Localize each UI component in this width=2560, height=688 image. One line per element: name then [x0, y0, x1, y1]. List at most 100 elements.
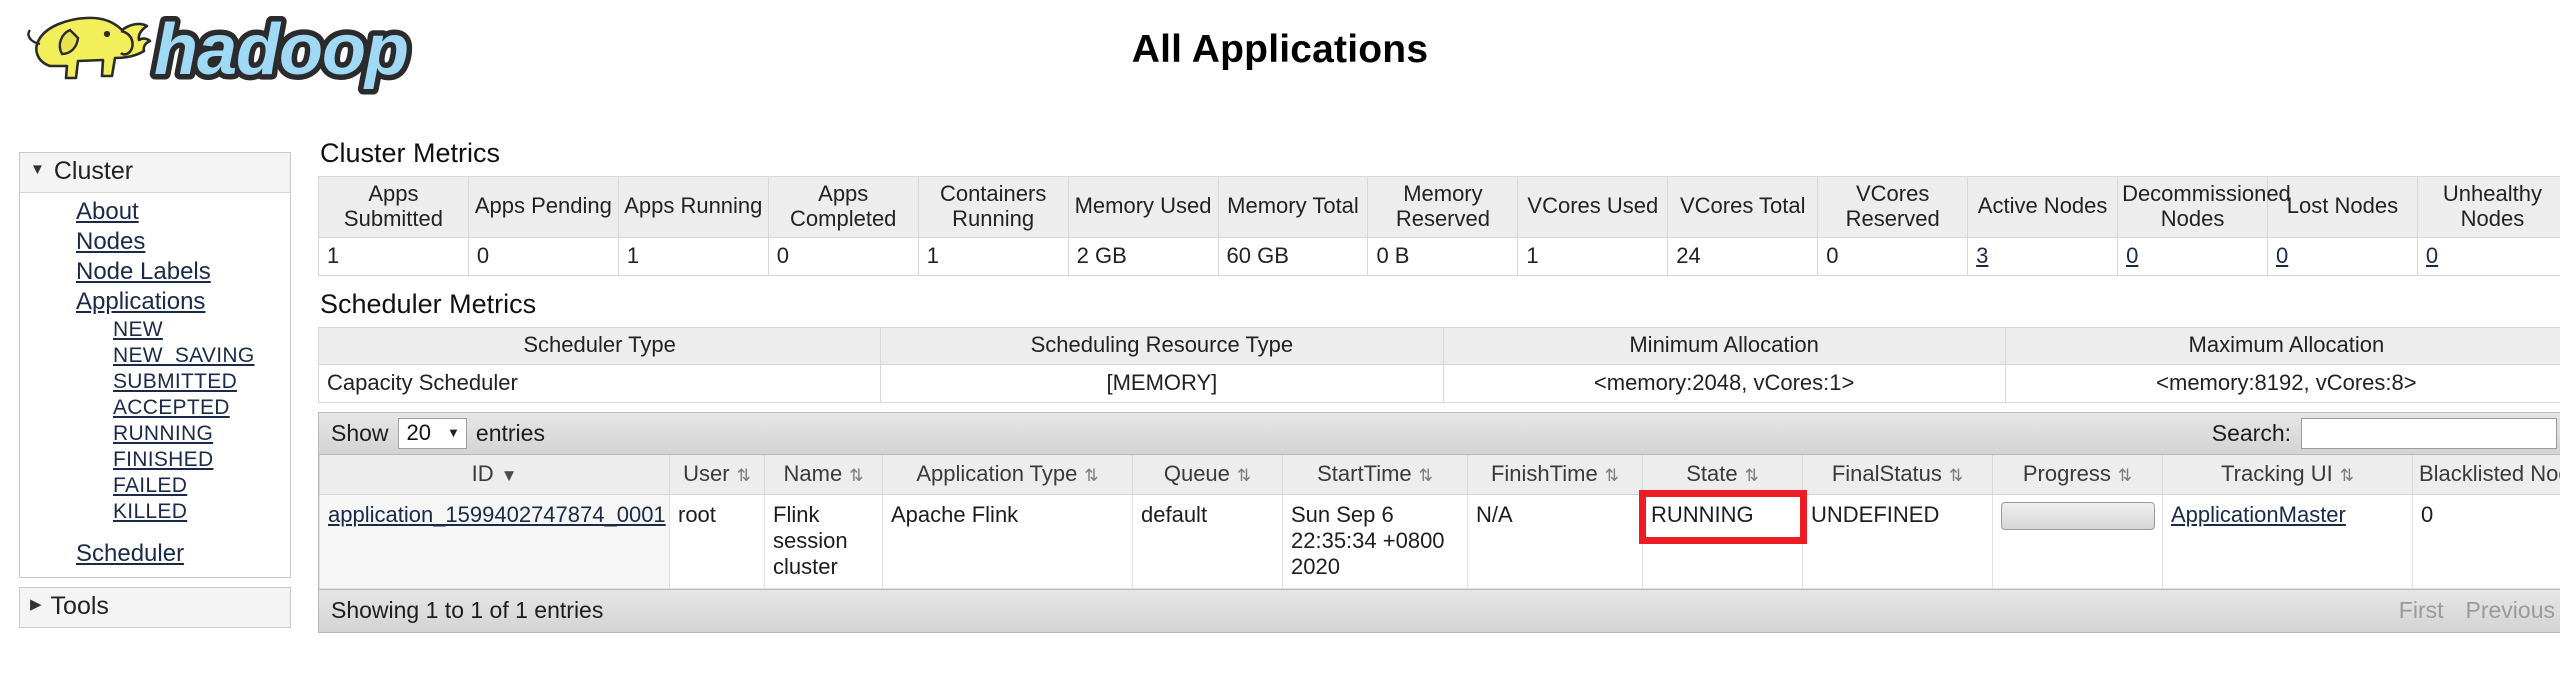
- sort-both-icon: ⇅: [1418, 465, 1433, 485]
- search-label: Search:: [2211, 419, 2291, 446]
- cell-application-id[interactable]: application_1599402747874_0001: [319, 493, 670, 589]
- column-header-label: FinalStatus: [1831, 460, 1942, 486]
- page-title: All Applications: [1131, 28, 1429, 71]
- sidebar-item-about[interactable]: About: [76, 197, 139, 227]
- cell-finish-time: N/A: [1467, 493, 1643, 589]
- applications-column-header[interactable]: Progress ⇅: [1992, 454, 2163, 495]
- applications-column-header[interactable]: Tracking UI ⇅: [2162, 454, 2413, 495]
- scheduler-metric-value: <memory:2048, vCores:1>: [1442, 363, 2006, 403]
- search-input[interactable]: [2301, 417, 2557, 449]
- applications-column-header[interactable]: Queue ⇅: [1132, 454, 1283, 495]
- cluster-metric-link[interactable]: 0: [2276, 243, 2288, 268]
- scheduler-metric-header: Minimum Allocation: [1442, 327, 2006, 365]
- cluster-metric-header: Memory Total: [1217, 175, 1369, 239]
- applications-column-header[interactable]: ID ▼: [319, 454, 670, 495]
- sidebar-tools-label: Tools: [50, 592, 109, 620]
- cluster-metric-value[interactable]: 0: [2266, 237, 2418, 277]
- cell-application-type: Apache Flink: [882, 493, 1133, 589]
- applications-column-header[interactable]: Blacklisted Nodes⇅: [2412, 454, 2560, 495]
- show-entries-control: Show 20 ▼ entries: [331, 417, 545, 449]
- column-header-label: Queue: [1163, 460, 1230, 486]
- tracking-ui-link[interactable]: ApplicationMaster: [2171, 502, 2346, 527]
- sort-both-icon: ⇅: [736, 465, 751, 485]
- sidebar-item-state-running[interactable]: RUNNING: [113, 421, 213, 447]
- sort-both-icon: ⇅: [1604, 465, 1619, 485]
- entries-label: entries: [475, 419, 545, 446]
- sort-both-icon: ⇅: [849, 465, 864, 485]
- applications-column-header[interactable]: User ⇅: [669, 454, 765, 495]
- cluster-metric-header: Containers Running: [917, 175, 1069, 239]
- column-header-label: Progress: [2022, 460, 2111, 486]
- cluster-metric-header: Apps Running: [617, 175, 769, 239]
- sidebar-item-state-failed[interactable]: FAILED: [113, 473, 187, 499]
- scheduler-metrics-title: Scheduler Metrics: [320, 289, 537, 320]
- cell-tracking-ui[interactable]: ApplicationMaster: [2162, 493, 2413, 589]
- cell-user: root: [669, 493, 765, 589]
- cluster-metric-link[interactable]: 0: [2126, 243, 2138, 268]
- applications-column-header[interactable]: State ⇅: [1642, 454, 1803, 495]
- applications-column-header[interactable]: StartTime ⇅: [1282, 454, 1468, 495]
- cluster-metric-header: Memory Used: [1067, 175, 1219, 239]
- sidebar-item-state-submitted[interactable]: SUBMITTED: [113, 369, 237, 395]
- sidebar-item-node-labels[interactable]: Node Labels: [76, 257, 211, 287]
- page-size-select[interactable]: 20 ▼: [397, 417, 467, 449]
- sidebar: ▼ Cluster About Nodes Node Labels Applic…: [19, 152, 291, 637]
- cluster-metric-value: 1: [917, 237, 1069, 277]
- scheduler-metric-header: Scheduler Type: [317, 327, 882, 365]
- cluster-metric-value: 0: [1817, 237, 1969, 277]
- sidebar-item-nodes[interactable]: Nodes: [76, 227, 145, 257]
- column-header-label: State: [1686, 460, 1738, 486]
- cluster-metric-value: 1: [617, 237, 769, 277]
- cluster-metric-value[interactable]: 3: [1967, 237, 2119, 277]
- sidebar-item-scheduler[interactable]: Scheduler: [76, 539, 184, 569]
- sidebar-cluster-header[interactable]: ▼ Cluster: [20, 153, 290, 193]
- sidebar-item-state-finished[interactable]: FINISHED: [113, 447, 213, 473]
- sidebar-item-state-new-saving[interactable]: NEW_SAVING: [113, 343, 254, 369]
- show-label: Show: [331, 419, 389, 446]
- cluster-metric-link[interactable]: 3: [1976, 243, 1988, 268]
- sort-both-icon: ⇅: [1084, 465, 1099, 485]
- cluster-metric-link[interactable]: 0: [2426, 243, 2438, 268]
- sidebar-cluster-label: Cluster: [53, 157, 134, 185]
- application-id-link[interactable]: application_1599402747874_0001: [328, 502, 666, 527]
- chevron-down-icon: ▼: [447, 425, 460, 441]
- cluster-metric-value[interactable]: 0: [2117, 237, 2268, 277]
- sidebar-panel-tools: ▶ Tools: [19, 587, 291, 628]
- applications-column-header[interactable]: FinishTime ⇅: [1467, 454, 1643, 495]
- applications-table: ID ▼ User ⇅ Name ⇅ Application Type ⇅ Queue ⇅ Star…: [319, 454, 2560, 589]
- cell-progress: [1992, 493, 2163, 589]
- cluster-metric-header: Unhealthy Nodes: [2416, 175, 2560, 239]
- column-header-label: User: [683, 460, 730, 486]
- sidebar-tools-header[interactable]: ▶ Tools: [20, 588, 290, 627]
- sidebar-item-state-killed[interactable]: KILLED: [113, 499, 187, 525]
- cluster-metric-value[interactable]: 0: [2416, 237, 2560, 277]
- applications-column-header[interactable]: Name ⇅: [764, 454, 883, 495]
- yarn-resourcemanager-page: hadoop hadoop All Applications ▼ Cluster…: [0, 0, 2560, 688]
- sidebar-panel-cluster: ▼ Cluster About Nodes Node Labels Applic…: [19, 152, 291, 578]
- cluster-metric-value: 0: [767, 237, 919, 277]
- cell-start-time: Sun Sep 6 22:35:34 +0800 2020: [1282, 493, 1468, 589]
- sidebar-item-state-accepted[interactable]: ACCEPTED: [113, 395, 230, 421]
- cluster-metric-value: 24: [1667, 237, 1819, 277]
- sidebar-item-applications[interactable]: Applications: [76, 287, 205, 317]
- cluster-metric-header: Active Nodes: [1967, 175, 2119, 239]
- applications-column-header[interactable]: FinalStatus ⇅: [1802, 454, 1993, 495]
- cluster-metric-value: 2 GB: [1067, 237, 1219, 277]
- applications-column-header[interactable]: Application Type ⇅: [882, 454, 1133, 495]
- scheduler-metric-header: Scheduling Resource Type: [880, 327, 1444, 365]
- chevron-right-icon: ▶: [30, 596, 42, 613]
- cluster-metric-value: 1: [318, 237, 469, 277]
- main-content: Cluster Metrics Apps Submitted Apps Pendi…: [317, 138, 2560, 633]
- cluster-metric-value: 1: [1517, 237, 1669, 277]
- sidebar-item-state-new[interactable]: NEW: [113, 317, 163, 343]
- pagination-previous[interactable]: Previous: [2466, 597, 2555, 624]
- chevron-down-icon: ▼: [30, 161, 45, 178]
- applications-datatable: Show 20 ▼ entries Search: ID ▼ User ⇅ Na…: [318, 411, 2560, 633]
- pagination-first[interactable]: First: [2399, 597, 2444, 624]
- scheduler-metric-value: [MEMORY]: [880, 363, 1444, 403]
- sidebar-cluster-body: About Nodes Node Labels Applications NEW…: [20, 193, 290, 577]
- scheduler-metric-header: Maximum Allocation: [2004, 327, 2560, 365]
- scheduler-metrics-table: Scheduler Type Scheduling Resource Type Mi…: [317, 327, 2560, 403]
- column-header-label: FinishTime: [1490, 460, 1598, 486]
- cluster-metrics-header-row: Apps Submitted Apps Pending Apps Running Ap…: [318, 175, 2560, 239]
